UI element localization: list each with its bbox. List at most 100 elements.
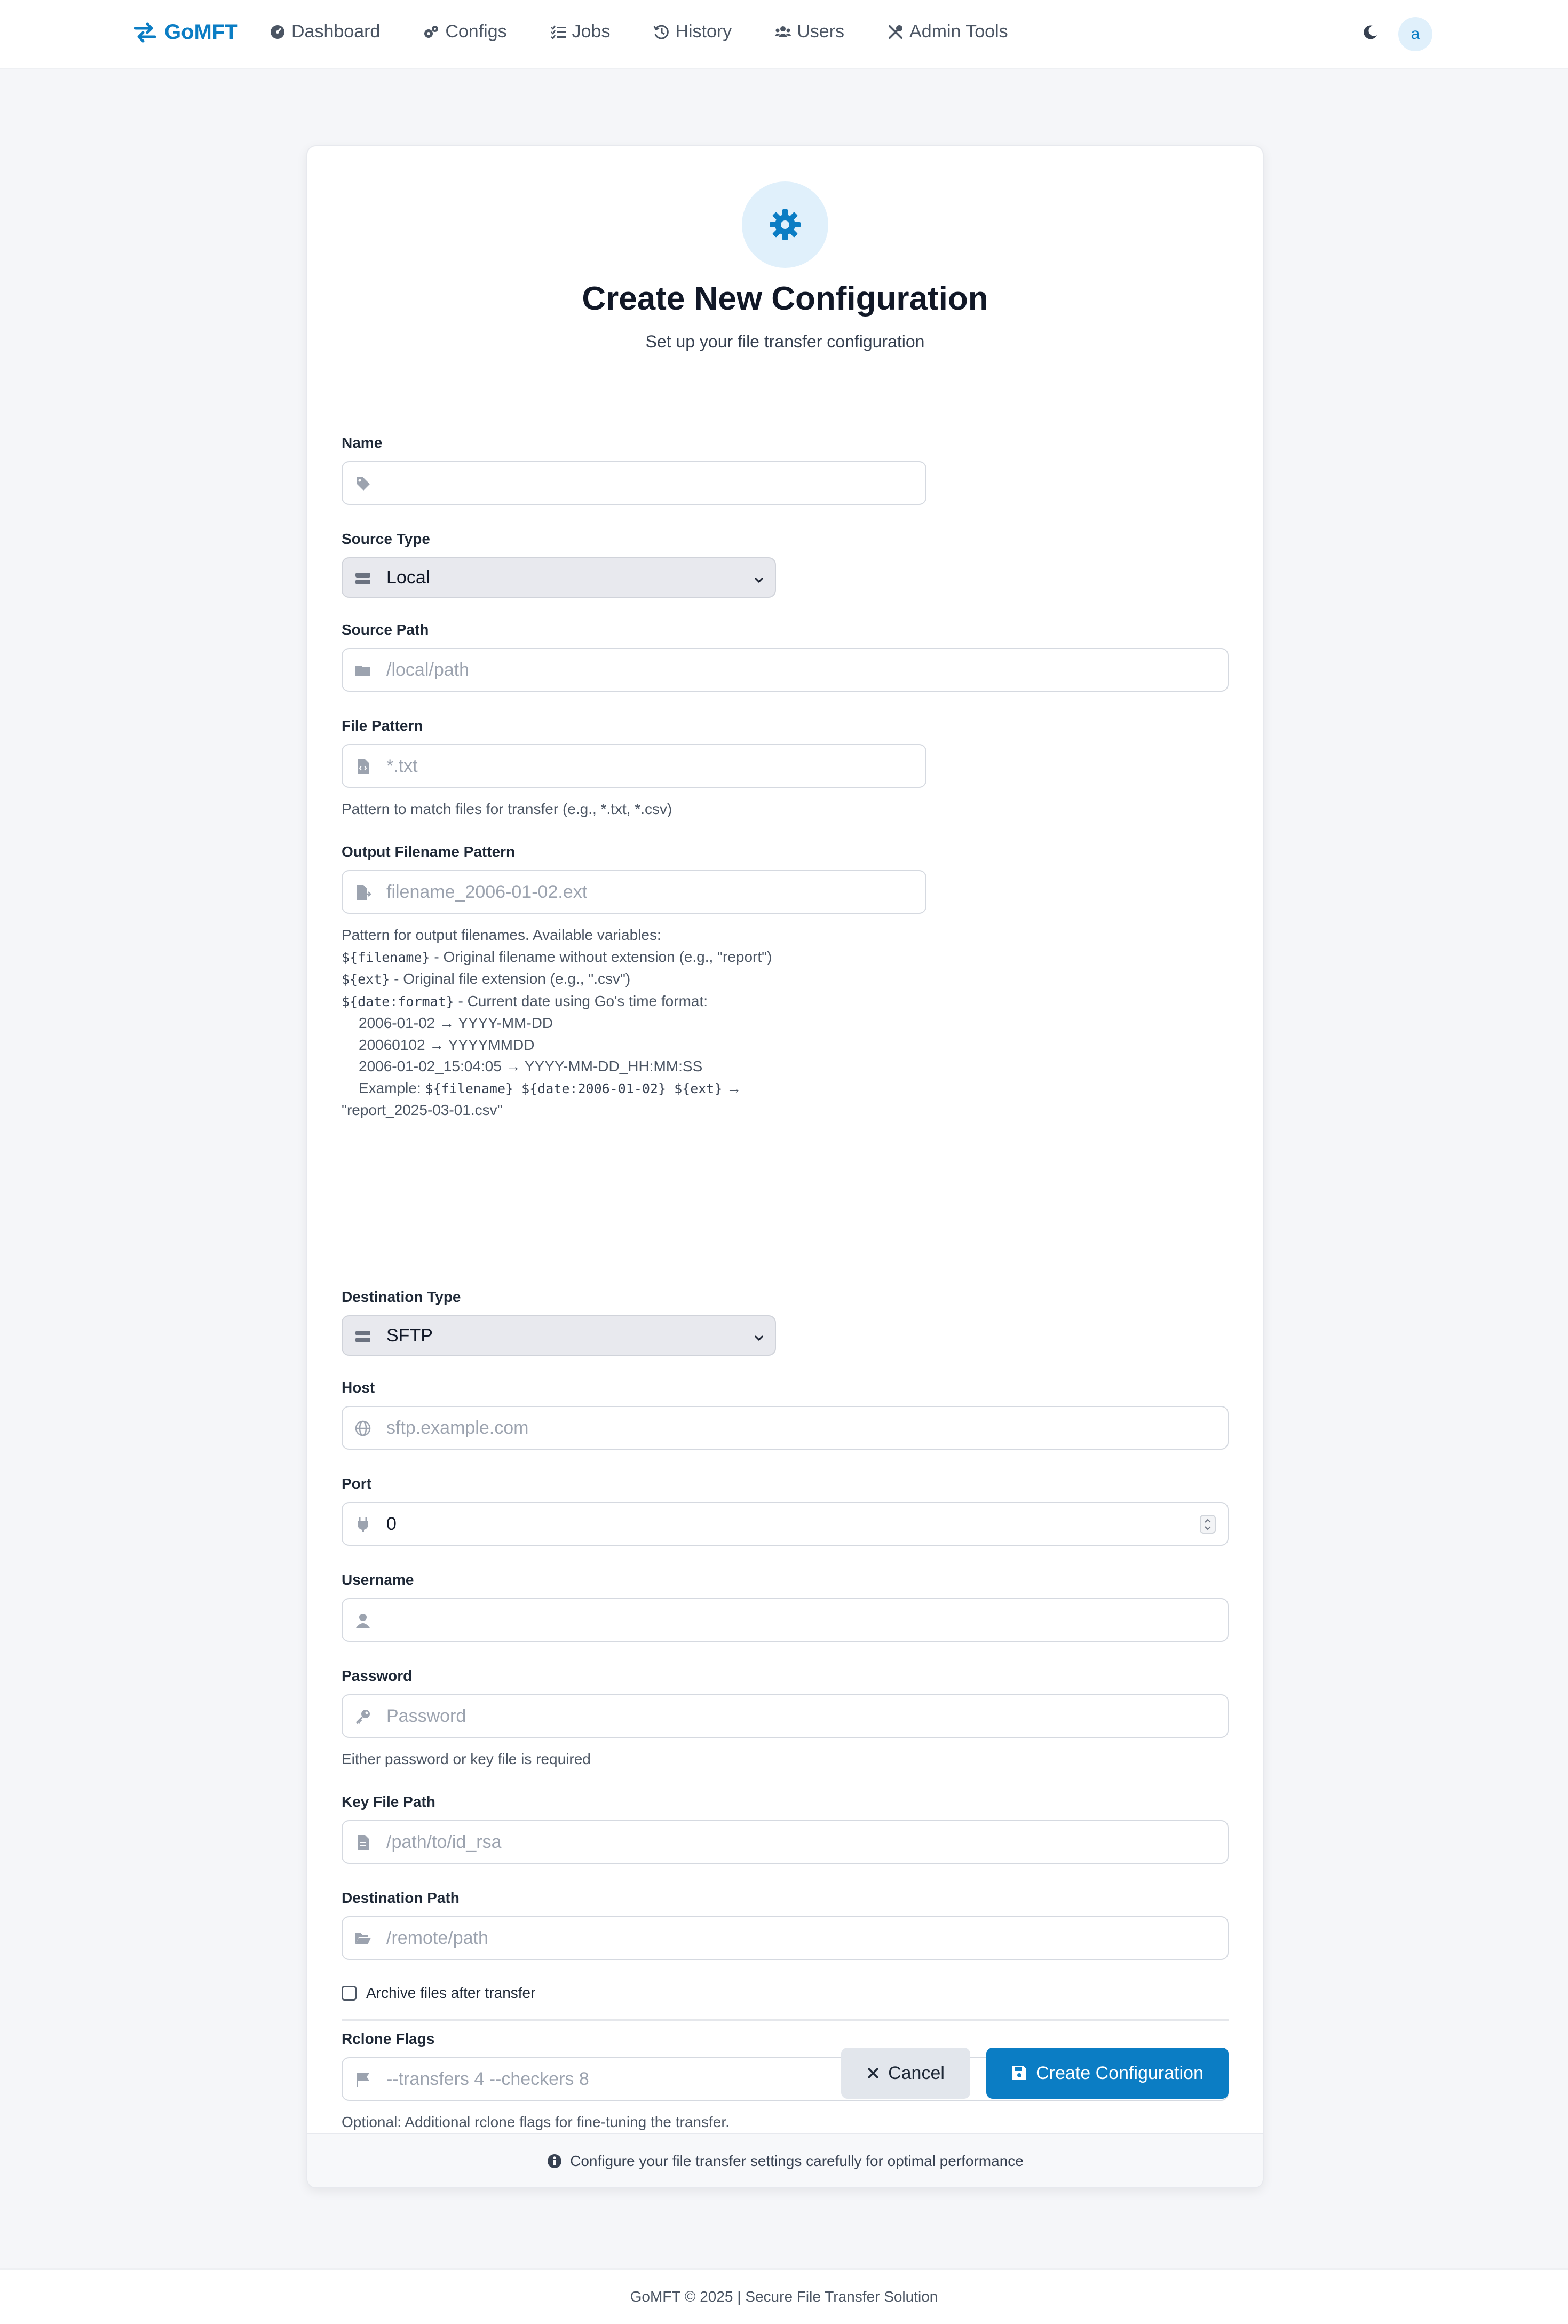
key-file-label: Key File Path — [342, 1793, 435, 1810]
nav-label: Users — [797, 21, 845, 42]
destination-type-value: SFTP — [386, 1325, 433, 1346]
source-type-value: Local — [386, 567, 430, 588]
hero-icon-badge — [742, 181, 828, 268]
var-filename-code: ${filename} — [342, 949, 430, 965]
nav-item-dashboard[interactable]: Dashboard — [269, 21, 380, 42]
globe-icon — [355, 1420, 371, 1436]
flag-icon — [357, 2073, 369, 2087]
file-pattern-placeholder: *.txt — [386, 755, 418, 776]
nav-label: Admin Tools — [909, 21, 1008, 42]
help-var-filename: ${filename} - Original filename without … — [342, 946, 926, 969]
nav-item-jobs[interactable]: Jobs — [550, 21, 611, 42]
chevron-down-icon — [754, 577, 764, 583]
var-date-code: ${date:format} — [342, 993, 454, 1009]
output-pattern-help: Pattern for output filenames. Available … — [342, 924, 926, 1121]
host-input[interactable]: sftp.example.com — [342, 1406, 1229, 1450]
nav-label: Dashboard — [291, 21, 381, 42]
avatar-initial: a — [1411, 25, 1420, 43]
file-code-icon — [358, 759, 369, 774]
nav-label: Jobs — [572, 21, 611, 42]
moon-icon[interactable] — [1361, 23, 1379, 42]
help-example-result: "report_2025-03-01.csv" — [342, 1102, 503, 1118]
help-var-date: ${date:format} - Current date using Go's… — [342, 991, 926, 1013]
nav-label: Configs — [445, 21, 507, 42]
example-code: ${filename}_${date:2006-01-02}_${ext} — [425, 1080, 723, 1096]
output-pattern-field-group: Output Filename Pattern filename_2006-01… — [342, 843, 926, 1121]
chevron-down-icon — [754, 1335, 764, 1341]
history-icon — [654, 25, 669, 39]
rclone-flags-label: Rclone Flags — [342, 2030, 435, 2047]
archive-checkbox-row[interactable]: Archive files after transfer — [342, 1985, 535, 2002]
cancel-button[interactable]: Cancel — [841, 2048, 970, 2099]
save-icon — [1012, 2066, 1027, 2080]
help-format-2: 20060102 → YYYYMMDD — [359, 1036, 535, 1053]
file-pattern-input[interactable]: *.txt — [342, 744, 926, 788]
create-configuration-button[interactable]: Create Configuration — [986, 2048, 1229, 2099]
var-filename-desc: - Original filename without extension (e… — [430, 948, 772, 965]
source-type-field-group: Source Type Local — [342, 531, 776, 598]
page-footer-text: GoMFT © 2025 | Secure File Transfer Solu… — [630, 2288, 938, 2305]
username-input[interactable] — [342, 1598, 1229, 1642]
var-ext-desc: - Original file extension (e.g., ".csv") — [390, 970, 631, 987]
destination-path-input[interactable]: /remote/path — [342, 1916, 1229, 1960]
password-field-group: Password Password Either password or key… — [342, 1667, 1229, 1770]
page-subtitle: Set up your file transfer configuration — [645, 332, 925, 351]
port-field-group: Port 0 — [342, 1475, 1229, 1546]
rclone-flags-placeholder: --transfers 4 --checkers 8 — [386, 2068, 589, 2089]
host-field-group: Host sftp.example.com — [342, 1379, 1229, 1450]
nav-item-configs[interactable]: Configs — [423, 21, 507, 42]
port-input[interactable]: 0 — [342, 1502, 1229, 1546]
rclone-flags-help: Optional: Additional rclone flags for fi… — [342, 2114, 730, 2130]
var-ext-code: ${ext} — [342, 971, 390, 987]
destination-path-field-group: Destination Path /remote/path — [342, 1890, 1229, 1960]
avatar[interactable]: a — [1398, 17, 1432, 51]
destination-type-select[interactable]: SFTP — [342, 1315, 776, 1356]
file-export-icon — [357, 885, 371, 900]
cogs-icon — [424, 25, 439, 38]
config-form-card: Create New Configuration Set up your fil… — [306, 145, 1264, 2188]
source-type-select[interactable]: Local — [342, 557, 776, 598]
password-input[interactable]: Password — [342, 1694, 1229, 1738]
tag-icon — [357, 477, 370, 491]
nav-label: History — [675, 21, 732, 42]
archive-checkbox[interactable] — [342, 1986, 357, 2001]
user-icon — [356, 1614, 370, 1628]
source-path-label: Source Path — [342, 621, 429, 638]
file-pattern-label: File Pattern — [342, 717, 423, 734]
source-path-input[interactable]: /local/path — [342, 648, 1229, 692]
host-label: Host — [342, 1379, 375, 1396]
close-icon — [868, 2068, 878, 2078]
info-icon — [548, 2154, 562, 2168]
username-label: Username — [342, 1571, 414, 1588]
password-help: Either password or key file is required — [342, 1751, 591, 1767]
cancel-label: Cancel — [888, 2062, 945, 2083]
gauge-icon — [271, 25, 284, 39]
output-pattern-input[interactable]: filename_2006-01-02.ext — [342, 870, 926, 914]
port-label: Port — [342, 1475, 371, 1492]
nav-item-users[interactable]: Users — [774, 21, 844, 42]
form-divider-top-spacer — [342, 2020, 1229, 2021]
folder-open-icon — [355, 1933, 371, 1944]
spinner-arrows-icon[interactable] — [1200, 1515, 1216, 1534]
key-file-input[interactable]: /path/to/id_rsa — [342, 1820, 1229, 1864]
name-input[interactable] — [342, 461, 926, 505]
example-arrow: → — [722, 1079, 742, 1096]
exchange-icon — [134, 22, 156, 42]
server-icon — [355, 573, 370, 584]
nav-item-history[interactable]: History — [653, 21, 732, 42]
password-placeholder: Password — [386, 1705, 466, 1726]
nav-item-admin-tools[interactable]: Admin Tools — [887, 21, 1008, 42]
card-footer-text: Configure your file transfer settings ca… — [570, 2153, 1024, 2169]
output-pattern-label: Output Filename Pattern — [342, 843, 516, 860]
key-icon — [355, 1710, 370, 1724]
key-file-placeholder: /path/to/id_rsa — [386, 1831, 502, 1852]
archive-label: Archive files after transfer — [366, 1985, 536, 2001]
example-prefix: Example: — [359, 1079, 425, 1096]
name-field-group: Name — [342, 434, 926, 505]
folder-icon — [355, 666, 370, 676]
brand-link[interactable]: GoMFT — [133, 20, 238, 44]
destination-path-label: Destination Path — [342, 1890, 460, 1906]
page-title: Create New Configuration — [582, 280, 988, 317]
file-pattern-help: Pattern to match files for transfer (e.g… — [342, 801, 672, 817]
file-icon — [358, 1835, 369, 1850]
